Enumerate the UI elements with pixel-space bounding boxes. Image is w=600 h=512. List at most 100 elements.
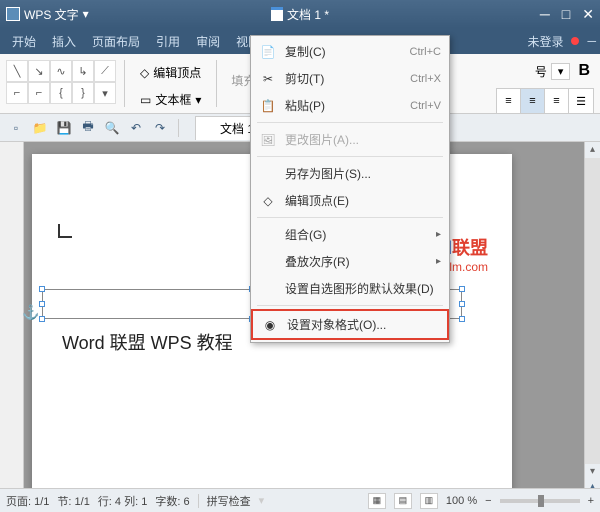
menu-item-label: 复制(C) [285,43,410,60]
context-menu-item: 🖼更改图片(A)... [251,126,449,153]
menu-separator [257,305,443,306]
menu-tab[interactable]: 开始 [4,29,44,54]
menu-item-icon [259,254,277,270]
notification-dot-icon[interactable] [571,37,579,45]
shape-bracket-icon[interactable]: { [50,82,72,104]
context-menu-item[interactable]: 组合(G)▸ [251,221,449,248]
shape-elbow-icon[interactable]: ⌐ [6,82,28,104]
context-menu-item[interactable]: ✂剪切(T)Ctrl+X [251,65,449,92]
statusbar: 页面: 1/1 节: 1/1 行: 4 列: 1 字数: 6 拼写检查 ▾ ▦ … [0,488,600,512]
menu-item-icon [259,227,277,243]
menubar-minimize-icon[interactable]: ─ [587,34,596,48]
save-button[interactable]: 💾 [54,118,74,138]
resize-handle[interactable] [459,301,465,307]
titlebar: WPS 文字 ▾ 文档 1 * ─ □ ✕ [0,0,600,28]
section-status[interactable]: 节: 1/1 [57,493,89,509]
vertical-scrollbar[interactable]: ▴ ▾ ▴◦▾ [584,142,600,510]
shape-curve-icon[interactable]: ∿ [50,60,72,82]
view-mode-button[interactable]: ▥ [420,493,438,509]
menu-tab[interactable]: 插入 [44,29,84,54]
align-left-button[interactable]: ≡ [497,89,521,113]
menu-item-label: 组合(G) [285,226,436,243]
resize-handle[interactable] [459,316,465,322]
context-menu-item[interactable]: 叠放次序(R)▸ [251,248,449,275]
font-size-label: 号 [535,63,547,80]
resize-handle[interactable] [39,286,45,292]
close-button[interactable]: ✕ [582,6,594,23]
char-count[interactable]: 字数: 6 [155,493,189,509]
menu-tab[interactable]: 引用 [148,29,188,54]
zoom-level[interactable]: 100 % [446,495,477,507]
shape-connector-icon[interactable]: ↳ [72,60,94,82]
textbox-button[interactable]: ▭文本框 ▾ [133,87,208,112]
shape-elbow2-icon[interactable]: ⌐ [28,82,50,104]
vertical-ruler [0,142,24,510]
edit-vertices-button[interactable]: ◇编辑顶点 [133,60,208,85]
document-text[interactable]: Word 联盟 WPS 教程 [62,329,233,355]
menu-shortcut: Ctrl+C [410,46,441,58]
shape-bracket2-icon[interactable]: } [72,82,94,104]
undo-button[interactable]: ↶ [126,118,146,138]
menu-tab[interactable]: 审阅 [188,29,228,54]
maximize-button[interactable]: □ [562,6,570,23]
zoom-in-button[interactable]: + [588,495,594,507]
doc-title-text: 文档 1 * [287,6,329,23]
vertices-icon: ◇ [140,66,149,80]
shape-line-icon[interactable]: ╲ [6,60,28,82]
print-button[interactable]: 🖶 [78,118,98,138]
zoom-out-button[interactable]: − [485,495,491,507]
view-mode-button[interactable]: ▦ [368,493,386,509]
page-status[interactable]: 页面: 1/1 [6,493,49,509]
shape-arrow-icon[interactable]: ↘ [28,60,50,82]
menu-item-label: 叠放次序(R) [285,253,436,270]
shape-more-icon[interactable]: ▾ [94,82,116,104]
resize-handle[interactable] [39,301,45,307]
scroll-track[interactable] [585,158,600,464]
context-menu-item[interactable]: 另存为图片(S)... [251,160,449,187]
scroll-up-icon[interactable]: ▴ [585,142,600,158]
textbox-icon: ▭ [140,93,151,107]
align-center-button[interactable]: ≡ [521,89,545,113]
context-menu-item[interactable]: 📄复制(C)Ctrl+C [251,38,449,65]
login-status[interactable]: 未登录 [527,33,563,50]
menu-item-label: 更改图片(A)... [285,131,441,148]
shape-freeform-icon[interactable]: ⟋ [94,60,116,82]
menu-shortcut: Ctrl+V [410,100,441,112]
app-name: WPS 文字 [24,6,79,23]
menu-item-label: 另存为图片(S)... [285,165,441,182]
menu-separator [257,217,443,218]
bold-button[interactable]: B [574,60,594,82]
font-size-dropdown[interactable]: ▾ [551,63,571,80]
view-mode-button[interactable]: ▤ [394,493,412,509]
line-col-status[interactable]: 行: 4 列: 1 [98,493,148,509]
menu-item-icon [259,281,277,297]
context-menu-item[interactable]: 设置自选图形的默认效果(D) [251,275,449,302]
spellcheck-status[interactable]: 拼写检查 [207,493,251,509]
doc-icon [271,7,283,21]
menu-tab[interactable]: 页面布局 [84,29,148,54]
open-button[interactable]: 📁 [30,118,50,138]
redo-button[interactable]: ↷ [150,118,170,138]
shapes-gallery[interactable]: ╲ ↘ ∿ ↳ ⟋ ⌐ ⌐ { } ▾ [4,58,118,109]
menu-separator [257,122,443,123]
menu-shortcut: Ctrl+X [410,73,441,85]
new-button[interactable]: ▫ [6,118,26,138]
context-menu-item[interactable]: 📋粘贴(P)Ctrl+V [251,92,449,119]
align-justify-button[interactable]: ☰ [569,89,593,113]
app-dropdown-icon[interactable]: ▾ [83,7,89,21]
align-right-button[interactable]: ≡ [545,89,569,113]
minimize-button[interactable]: ─ [540,6,550,23]
menu-item-icon: ◉ [261,317,279,333]
context-menu-item[interactable]: ◇编辑顶点(E) [251,187,449,214]
menu-item-label: 设置自选图形的默认效果(D) [285,280,441,297]
resize-handle[interactable] [459,286,465,292]
context-menu-item[interactable]: ◉设置对象格式(O)... [251,309,449,340]
submenu-arrow-icon: ▸ [436,256,441,267]
menu-separator [257,156,443,157]
scroll-down-icon[interactable]: ▾ [585,464,600,480]
menu-item-label: 剪切(T) [285,70,410,87]
margin-mark-icon [58,224,72,238]
zoom-slider[interactable] [500,499,580,503]
resize-handle[interactable] [39,316,45,322]
preview-button[interactable]: 🔍 [102,118,122,138]
